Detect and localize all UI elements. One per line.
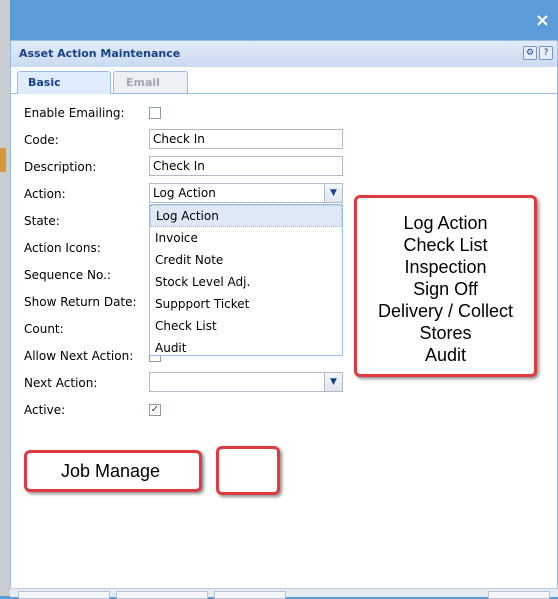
annotation-line: Audit: [424, 345, 467, 365]
annotation-line: Log Action: [403, 213, 488, 233]
enable-emailing-label: Enable Emailing:: [24, 106, 125, 120]
dropdown-option-log-action[interactable]: Log Action: [150, 205, 342, 227]
tab-strip: Basic Email: [11, 67, 557, 94]
active-label: Active:: [24, 403, 66, 417]
description-label: Description:: [24, 160, 97, 174]
close-icon[interactable]: ×: [535, 10, 550, 31]
action-dropdown-list: Log Action Invoice Credit Note Stock Lev…: [149, 204, 343, 356]
toolbar-segment: [18, 591, 110, 599]
sequence-no-label: Sequence No.:: [24, 268, 111, 282]
help-icon[interactable]: ?: [539, 46, 553, 60]
count-label: Count:: [24, 322, 64, 336]
allow-next-action-label: Allow Next Action:: [24, 349, 134, 363]
annotation-line: Stores: [419, 323, 472, 343]
annotation-line: Check List: [403, 235, 488, 255]
dropdown-option-credit-note[interactable]: Credit Note: [150, 249, 342, 271]
action-label: Action:: [24, 187, 66, 201]
dropdown-option-check-list[interactable]: Check List: [150, 315, 342, 337]
annotation-job-manage-callout: Job Manage: [24, 450, 202, 492]
action-select-value: Log Action: [153, 186, 216, 200]
annotation-empty-callout: [216, 446, 280, 495]
annotation-action-list-callout: Log Action Check List Inspection Sign Of…: [354, 195, 537, 377]
annotation-line: Delivery / Collect: [377, 301, 514, 321]
description-field[interactable]: Check In: [149, 156, 343, 176]
code-label: Code:: [24, 133, 59, 147]
action-select[interactable]: Log Action ▼: [149, 183, 343, 203]
show-return-date-label: Show Return Date:: [24, 295, 137, 309]
panel-header: Asset Action Maintenance ⚙ ?: [11, 41, 557, 68]
dropdown-option-invoice[interactable]: Invoice: [150, 227, 342, 249]
toolbar-segment: [116, 591, 208, 599]
annotation-line: Inspection: [404, 257, 487, 277]
dropdown-option-audit[interactable]: Audit: [150, 337, 342, 359]
toolbar-segment: [214, 591, 286, 599]
dropdown-option-stock-level-adj[interactable]: Stock Level Adj.: [150, 271, 342, 293]
action-icons-label: Action Icons:: [24, 241, 101, 255]
dropdown-option-support-ticket[interactable]: Suppport Ticket: [150, 293, 342, 315]
tab-email[interactable]: Email: [113, 71, 188, 93]
next-action-select[interactable]: ▼: [149, 372, 343, 392]
panel-title: Asset Action Maintenance: [19, 47, 181, 60]
chevron-down-icon[interactable]: ▼: [324, 373, 342, 391]
background-marker: [0, 148, 6, 172]
enable-emailing-checkbox[interactable]: [149, 107, 161, 119]
toolbar-segment: [488, 591, 550, 599]
next-action-label: Next Action:: [24, 376, 98, 390]
state-label: State:: [24, 214, 60, 228]
active-checkbox[interactable]: ✓: [149, 404, 161, 416]
chevron-down-icon[interactable]: ▼: [324, 184, 342, 202]
gear-icon[interactable]: ⚙: [523, 46, 537, 60]
code-field[interactable]: Check In: [149, 129, 343, 149]
annotation-line: Sign Off: [413, 279, 478, 299]
background-window-strip: [0, 0, 10, 596]
tab-basic[interactable]: Basic: [17, 71, 111, 94]
